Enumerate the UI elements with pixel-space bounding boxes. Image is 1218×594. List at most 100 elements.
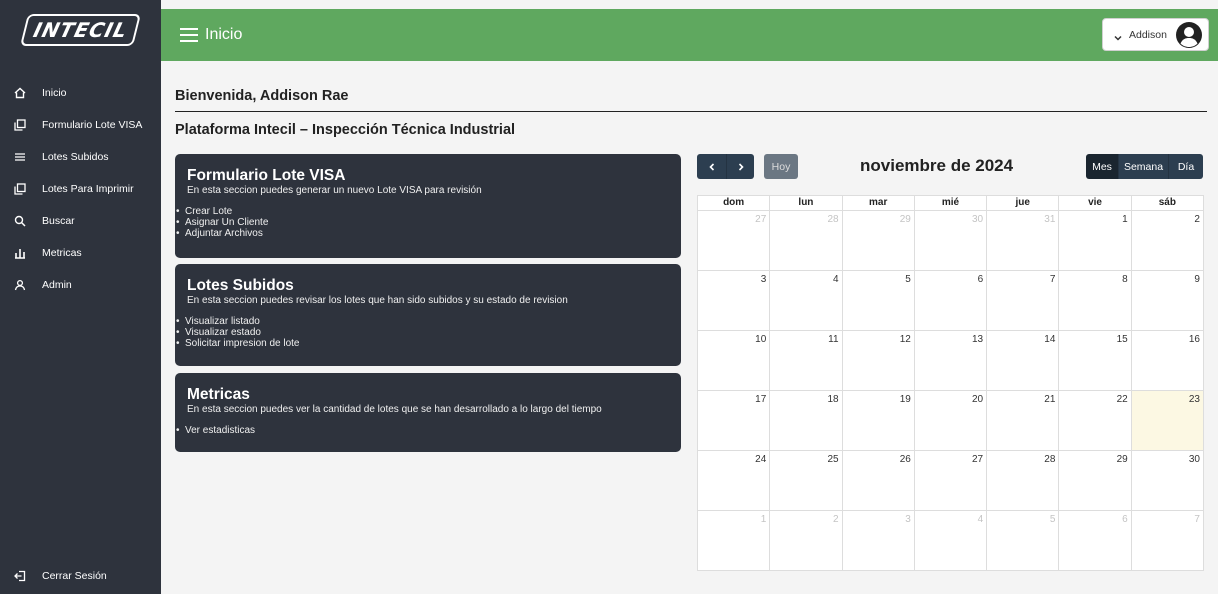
- list-item: Asignar Un Cliente: [175, 217, 681, 228]
- calendar-day[interactable]: 24: [698, 451, 771, 510]
- logo: INTECIL: [0, 0, 161, 60]
- sidebar-item-label: Admin: [42, 279, 72, 291]
- sidebar-item-label: Lotes Subidos: [42, 151, 109, 163]
- logo-text: INTECIL: [30, 18, 131, 42]
- calendar-day[interactable]: 5: [987, 511, 1060, 570]
- chevron-left-icon: [708, 162, 714, 171]
- sidebar-item-label: Formulario Lote VISA: [42, 119, 143, 131]
- calendar-day[interactable]: 7: [1132, 511, 1203, 570]
- calendar-day[interactable]: 13: [915, 331, 988, 390]
- calendar-day[interactable]: 18: [770, 391, 843, 450]
- user-menu-button[interactable]: Addison: [1102, 18, 1209, 51]
- calendar-day[interactable]: 6: [915, 271, 988, 330]
- logout-button[interactable]: Cerrar Sesión: [0, 560, 161, 592]
- calendar-day[interactable]: 28: [987, 451, 1060, 510]
- calendar-day[interactable]: 8: [1059, 271, 1132, 330]
- calendar-day[interactable]: 11: [770, 331, 843, 390]
- calendar-day[interactable]: 7: [987, 271, 1060, 330]
- calendar-day[interactable]: 17: [698, 391, 771, 450]
- calendar-day[interactable]: 22: [1059, 391, 1132, 450]
- user-name: Addison: [1129, 28, 1167, 41]
- calendar-day[interactable]: 3: [843, 511, 915, 570]
- calendar-day[interactable]: 6: [1059, 511, 1132, 570]
- card-list: Ver estadisticas: [175, 425, 681, 436]
- calendar-day-today[interactable]: 23: [1131, 391, 1203, 450]
- calendar-day[interactable]: 27: [698, 211, 771, 270]
- calendar-day[interactable]: 16: [1132, 331, 1203, 390]
- card-metricas[interactable]: Metricas En esta seccion puedes ver la c…: [175, 373, 681, 452]
- calendar-day[interactable]: 10: [698, 331, 771, 390]
- sidebar-item-label: Lotes Para Imprimir: [42, 183, 134, 195]
- calendar-day[interactable]: 1: [698, 511, 771, 570]
- calendar-day[interactable]: 29: [1059, 451, 1132, 510]
- bar-chart-icon: [13, 246, 27, 260]
- welcome-heading: Bienvenida, Addison Rae: [175, 88, 349, 104]
- sidebar-item-admin[interactable]: Admin: [0, 269, 161, 301]
- calendar-day[interactable]: 29: [843, 211, 915, 270]
- view-day-button[interactable]: Día: [1168, 154, 1203, 179]
- logo-box: INTECIL: [19, 14, 142, 46]
- calendar-day[interactable]: 1: [1059, 211, 1132, 270]
- calendar-weekdays: dom lun mar mié jue vie sáb: [698, 196, 1203, 211]
- logout-label: Cerrar Sesión: [42, 570, 107, 582]
- calendar-week: 27 28 29 30 31 1 2: [698, 211, 1203, 271]
- weekday-header: mié: [915, 196, 988, 210]
- calendar-day[interactable]: 26: [843, 451, 915, 510]
- calendar-day[interactable]: 9: [1132, 271, 1203, 330]
- card-list: Visualizar listado Visualizar estado Sol…: [175, 316, 681, 349]
- calendar-day[interactable]: 2: [1132, 211, 1203, 270]
- calendar-day[interactable]: 5: [843, 271, 915, 330]
- calendar-week: 3 4 5 6 7 8 9: [698, 271, 1203, 331]
- sidebar-item-formulario-lote-visa[interactable]: Formulario Lote VISA: [0, 109, 161, 141]
- menu-icon[interactable]: [180, 28, 198, 42]
- sidebar-item-buscar[interactable]: Buscar: [0, 205, 161, 237]
- calendar-day[interactable]: 28: [770, 211, 843, 270]
- calendar-grid: dom lun mar mié jue vie sáb 27 28 29 30 …: [697, 195, 1204, 571]
- next-month-button[interactable]: [726, 154, 754, 179]
- weekday-header: jue: [987, 196, 1060, 210]
- calendar-day[interactable]: 20: [915, 391, 988, 450]
- calendar-day[interactable]: 19: [843, 391, 915, 450]
- sidebar-item-inicio[interactable]: Inicio: [0, 77, 161, 109]
- sidebar-item-label: Buscar: [42, 215, 75, 227]
- card-lotes-subidos[interactable]: Lotes Subidos En esta seccion puedes rev…: [175, 264, 681, 366]
- sidebar: INTECIL Inicio Formulario Lote VISA Lote…: [0, 0, 161, 594]
- list-item: Visualizar listado: [175, 316, 681, 327]
- prev-month-button[interactable]: [697, 154, 726, 179]
- list-item: Adjuntar Archivos: [175, 228, 681, 239]
- calendar-day[interactable]: 4: [770, 271, 843, 330]
- calendar-day[interactable]: 27: [915, 451, 988, 510]
- calendar-week: 1 2 3 4 5 6 7: [698, 511, 1203, 570]
- sidebar-item-lotes-para-imprimir[interactable]: Lotes Para Imprimir: [0, 173, 161, 205]
- calendar-day[interactable]: 15: [1059, 331, 1132, 390]
- calendar-day[interactable]: 14: [987, 331, 1060, 390]
- view-week-button[interactable]: Semana: [1118, 154, 1168, 179]
- header-title: Inicio: [205, 26, 243, 43]
- calendar-day[interactable]: 30: [1132, 451, 1203, 510]
- user-icon: [13, 278, 27, 292]
- calendar-day[interactable]: 30: [915, 211, 988, 270]
- view-month-button[interactable]: Mes: [1086, 154, 1118, 179]
- today-button[interactable]: Hoy: [764, 154, 798, 179]
- list-icon: [13, 150, 27, 164]
- calendar-day[interactable]: 2: [770, 511, 843, 570]
- calendar-day[interactable]: 3: [698, 271, 771, 330]
- calendar-day[interactable]: 21: [987, 391, 1060, 450]
- card-formulario-lote-visa[interactable]: Formulario Lote VISA En esta seccion pue…: [175, 154, 681, 258]
- card-title: Metricas: [187, 386, 250, 403]
- weekday-header: vie: [1059, 196, 1132, 210]
- calendar-title: noviembre de 2024: [860, 156, 1014, 175]
- card-description: En esta seccion puedes ver la cantidad d…: [187, 404, 602, 415]
- sidebar-nav: Inicio Formulario Lote VISA Lotes Subido…: [0, 77, 161, 301]
- weekday-header: lun: [770, 196, 843, 210]
- sidebar-item-lotes-subidos[interactable]: Lotes Subidos: [0, 141, 161, 173]
- calendar-day[interactable]: 31: [987, 211, 1060, 270]
- calendar-day[interactable]: 4: [915, 511, 988, 570]
- weekday-header: sáb: [1158, 197, 1176, 208]
- search-icon: [13, 214, 27, 228]
- sidebar-item-metricas[interactable]: Metricas: [0, 237, 161, 269]
- calendar-day[interactable]: 25: [770, 451, 843, 510]
- card-title: Lotes Subidos: [187, 277, 294, 294]
- calendar-day[interactable]: 12: [843, 331, 915, 390]
- header: Inicio Addison: [161, 9, 1218, 61]
